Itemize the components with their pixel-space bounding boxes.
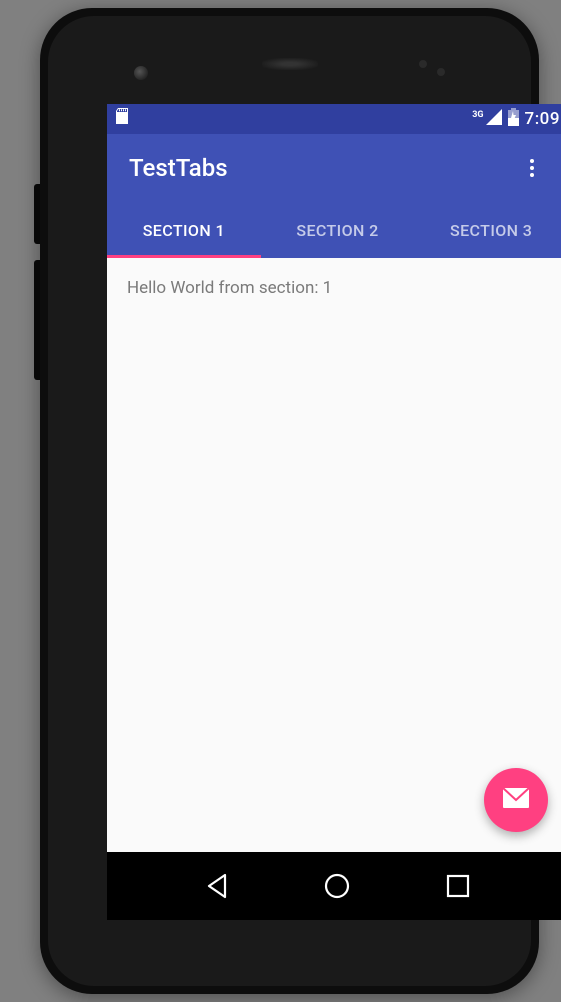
tab-section-1[interactable]: SECTION 1 — [107, 202, 261, 258]
app-bar: TestTabs — [107, 134, 561, 202]
tab-label: SECTION 1 — [143, 221, 225, 240]
tab-bar: SECTION 1 SECTION 2 SECTION 3 — [107, 202, 561, 258]
phone-sensor — [419, 60, 427, 68]
content-text: Hello World from section: 1 — [127, 278, 548, 298]
system-nav-bar — [107, 852, 561, 920]
email-icon — [503, 788, 529, 813]
back-icon — [205, 873, 229, 899]
tab-label: SECTION 3 — [450, 221, 532, 240]
recent-icon — [446, 874, 470, 898]
more-vert-icon — [530, 159, 534, 177]
tab-label: SECTION 2 — [296, 221, 378, 240]
phone-speaker — [262, 58, 318, 70]
app-title: TestTabs — [129, 154, 514, 182]
home-icon — [323, 872, 351, 900]
nav-home-button[interactable] — [313, 862, 361, 910]
fab-email-button[interactable] — [484, 768, 548, 832]
overflow-menu-button[interactable] — [514, 150, 550, 186]
device-screen: 3G 7:09 TestTabs — [107, 104, 561, 920]
phone-sensor — [437, 68, 445, 76]
tab-section-3[interactable]: SECTION 3 — [414, 202, 561, 258]
nav-recent-button[interactable] — [434, 862, 482, 910]
sd-card-icon — [115, 108, 131, 130]
status-clock: 7:09 — [525, 109, 560, 129]
phone-frame: 3G 7:09 TestTabs — [40, 8, 539, 994]
phone-front-camera — [134, 66, 148, 80]
status-bar: 3G 7:09 — [107, 104, 561, 134]
nav-back-button[interactable] — [193, 862, 241, 910]
phone-bezel: 3G 7:09 TestTabs — [48, 16, 531, 986]
battery-icon — [508, 108, 519, 130]
signal-icon — [486, 109, 502, 129]
tab-content: Hello World from section: 1 — [107, 258, 561, 852]
tab-section-2[interactable]: SECTION 2 — [261, 202, 415, 258]
network-type-label: 3G — [472, 110, 483, 120]
